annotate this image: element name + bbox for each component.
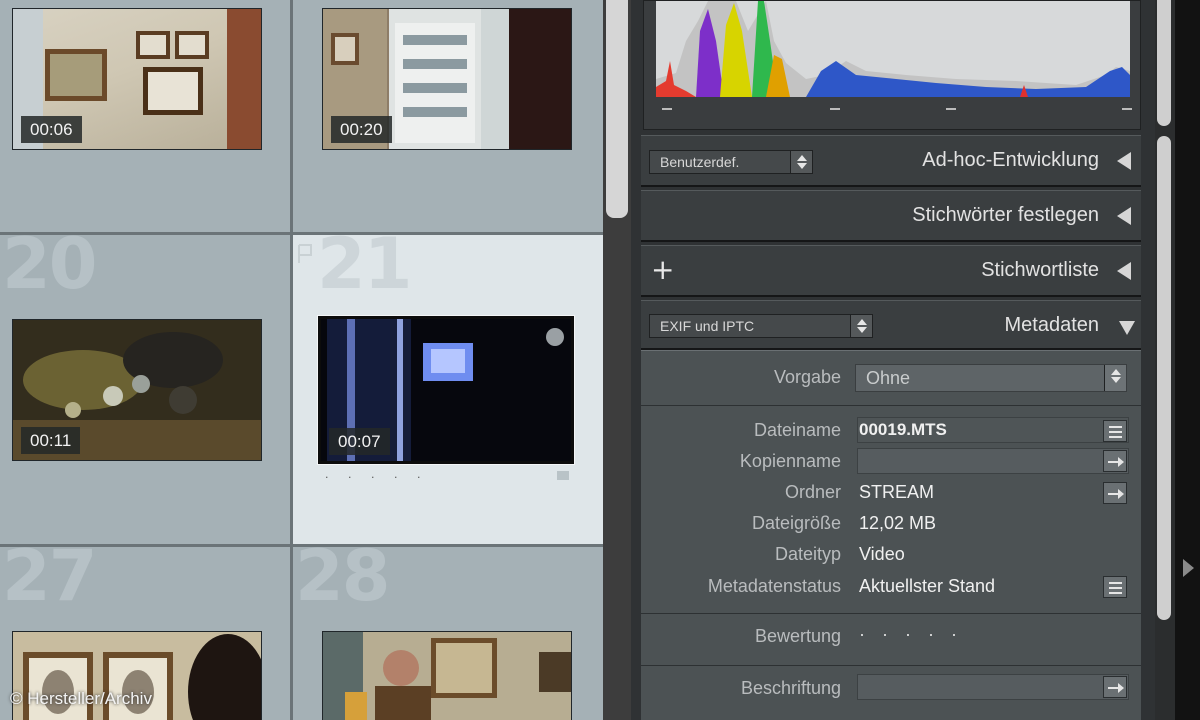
histogram-tick: [1122, 108, 1132, 110]
expand-panel-icon[interactable]: [1183, 559, 1194, 577]
expand-triangle-icon[interactable]: [1119, 321, 1135, 335]
folder-value: STREAM: [859, 482, 935, 502]
preset-select[interactable]: Benutzerdef.: [649, 150, 813, 174]
cell-number: 20: [2, 235, 97, 305]
caption-label: Beschriftung: [740, 678, 841, 698]
metadata-view-select[interactable]: EXIF und IPTC: [649, 314, 873, 338]
section-title: Ad-hoc-Entwicklung: [922, 149, 1099, 171]
stepper-icon: [850, 315, 872, 337]
section-title: Stichwörter festlegen: [912, 204, 1099, 226]
video-duration: 00:11: [21, 427, 81, 454]
caption-arrow-icon[interactable]: [1103, 676, 1127, 698]
metadata-status-label: Metadatenstatus: [707, 576, 841, 596]
rating-stars[interactable]: · · · · ·: [325, 471, 428, 484]
preset-select-value: Benutzerdef.: [660, 154, 740, 170]
rating-stars[interactable]: · · · · ·: [859, 624, 963, 645]
metadata-status-value: Aktuellster Stand: [859, 576, 996, 596]
right-panel: Benutzerdef. Ad-hoc-Entwicklung Stichwör…: [631, 0, 1155, 720]
collapse-triangle-icon[interactable]: [1117, 152, 1131, 170]
collapse-triangle-icon[interactable]: [1117, 262, 1131, 280]
add-keyword-icon[interactable]: +: [651, 256, 674, 284]
histogram-tick: [662, 108, 672, 110]
section-title: Stichwortliste: [981, 259, 1099, 281]
metadata-preset-value: Ohne: [866, 368, 911, 388]
panel-edge: [1175, 0, 1200, 720]
video-thumbnail[interactable]: 00:11: [12, 319, 262, 461]
section-keyword-list[interactable]: + Stichwortliste: [641, 245, 1141, 297]
caption-field[interactable]: [857, 674, 1129, 700]
grid-cell-selected[interactable]: 21 00:07 · · · · ·: [293, 235, 603, 544]
histogram-tick: [946, 108, 956, 110]
histogram-graph: [656, 1, 1130, 97]
copyname-arrow-icon[interactable]: [1103, 450, 1127, 472]
histogram-tick: [830, 108, 840, 110]
grid-scrollbar-thumb[interactable]: [606, 0, 628, 218]
grid-cell[interactable]: 00:06: [0, 0, 290, 232]
panel-scrollbar-thumb[interactable]: [1157, 136, 1171, 620]
folder-arrow-icon[interactable]: [1103, 482, 1127, 504]
section-keywording[interactable]: Stichwörter festlegen: [641, 190, 1141, 242]
grid-scrollbar[interactable]: [603, 0, 631, 720]
section-quick-develop[interactable]: Benutzerdef. Ad-hoc-Entwicklung: [641, 135, 1141, 187]
video-thumbnail[interactable]: 00:07: [318, 316, 574, 464]
video-duration: 00:06: [21, 116, 82, 143]
video-duration: 00:07: [329, 428, 390, 455]
video-thumbnail[interactable]: 00:06: [12, 8, 262, 150]
video-duration: 00:20: [331, 116, 392, 143]
histogram: [643, 0, 1141, 130]
preset-label: Vorgabe: [773, 367, 841, 387]
panel-scrollbar-thumb-top[interactable]: [1157, 0, 1171, 126]
metadata-preset-row: Vorgabe Ohne: [641, 351, 1141, 405]
rating-label: Bewertung: [754, 626, 841, 646]
metadata-preset-select[interactable]: Ohne: [855, 364, 1127, 392]
cell-number: 21: [317, 235, 412, 305]
copyname-label: Kopienname: [739, 451, 841, 471]
video-thumbnail[interactable]: 00:20: [322, 8, 572, 150]
filesize-label: Dateigröße: [751, 513, 841, 533]
cell-number: 28: [295, 547, 390, 617]
video-thumbnail[interactable]: [322, 631, 572, 720]
cell-number: 27: [2, 547, 97, 617]
metadata-panel: Vorgabe Ohne Dateiname 00019.MTS Kopienn…: [641, 350, 1141, 720]
image-credit: © Hersteller/Archiv: [10, 689, 152, 708]
grid-cell[interactable]: 00:20: [293, 0, 603, 232]
filename-list-icon[interactable]: [1103, 420, 1127, 442]
histogram-curve: [656, 1, 1130, 97]
stepper-icon: [790, 151, 812, 173]
metadata-caption-block: Beschriftung: [641, 665, 1141, 720]
metadata-view-value: EXIF und IPTC: [660, 318, 755, 334]
filename-label: Dateiname: [753, 420, 841, 440]
flag-icon[interactable]: [297, 243, 315, 265]
metadata-file-block: Dateiname 00019.MTS Kopienname Ordner ST…: [641, 405, 1141, 613]
filesize-value: 12,02 MB: [859, 513, 937, 533]
metadata-status-list-icon[interactable]: [1103, 576, 1127, 598]
folder-label: Ordner: [784, 482, 841, 502]
thumbnail-image: [323, 632, 571, 720]
filename-value: 00019.MTS: [859, 420, 947, 439]
filetype-label: Dateityp: [774, 544, 841, 564]
grid-cell[interactable]: 28: [293, 547, 603, 720]
video-badge-icon: [557, 471, 569, 480]
thumbnail-grid: 00:06 00:20 20 00:11 21 00:07 · · · · · …: [0, 0, 603, 720]
panel-scrollbar[interactable]: [1155, 0, 1175, 720]
section-metadata[interactable]: EXIF und IPTC Metadaten: [641, 300, 1141, 350]
section-title: Metadaten: [1004, 314, 1099, 336]
copyname-field[interactable]: [857, 448, 1129, 474]
metadata-rating-block: Bewertung · · · · ·: [641, 613, 1141, 665]
stepper-icon: [1104, 365, 1126, 391]
grid-cell[interactable]: 20 00:11: [0, 235, 290, 544]
collapse-triangle-icon[interactable]: [1117, 207, 1131, 225]
filetype-value: Video: [859, 544, 905, 564]
